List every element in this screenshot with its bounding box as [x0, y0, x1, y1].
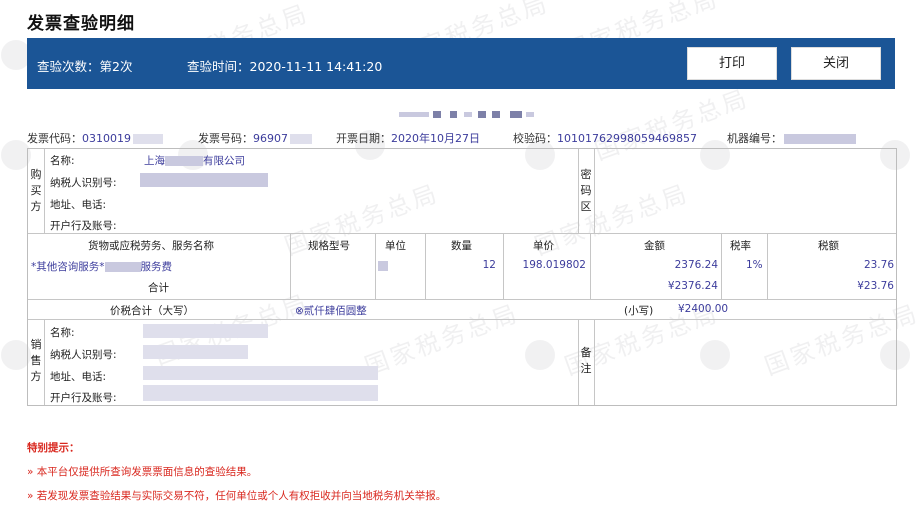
item-quantity: 12: [482, 259, 496, 271]
check-code: 校验码：10101762998059469857: [513, 130, 697, 146]
invoice-date-label: 开票日期：: [336, 132, 391, 145]
col-unit: 单位: [385, 240, 406, 252]
machine-number: 机器编号：: [727, 130, 856, 146]
close-button[interactable]: 关闭: [791, 47, 881, 80]
check-time: 查验时间：2020-11-11 14:41:20: [187, 56, 382, 75]
item-name-suffix: 服务费: [140, 261, 173, 273]
col-name: 货物或应税劳务、服务名称: [88, 240, 214, 252]
invoice-number-label: 发票号码：: [198, 132, 253, 145]
check-code-label: 校验码：: [513, 132, 557, 145]
invoice-date-value: 2020年10月27日: [391, 132, 480, 145]
total-label: 价税合计（大写）: [110, 305, 194, 317]
buyer-name-suffix: 有限公司: [203, 155, 245, 167]
invoice-number: 发票号码：96907: [198, 130, 312, 146]
notice-line: » 若发现发票查验结果与实际交易不符，任何单位或个人有权拒收并向当地税务机关举报…: [27, 490, 447, 502]
check-time-label: 查验时间：: [187, 59, 250, 74]
seller-name-redacted: [143, 324, 268, 338]
buyer-bank-label: 开户行及账号:: [50, 220, 117, 232]
col-quantity: 数量: [451, 240, 472, 252]
invoice-code: 发票代码：0310019: [27, 130, 163, 146]
notice-line: » 本平台仅提供所查询发票票面信息的查验结果。: [27, 466, 258, 478]
item-name-prefix: *其他咨询服务*: [31, 261, 105, 273]
seller-address-label: 地址、电话:: [50, 371, 107, 383]
subtotal-label: 合计: [148, 282, 169, 294]
notice-title: 特别提示：: [27, 442, 80, 454]
item-rate: 1%: [746, 259, 763, 271]
check-code-value: 10101762998059469857: [557, 132, 697, 145]
buyer-name-value: 上海 有限公司: [144, 153, 245, 168]
machine-number-label: 机器编号：: [727, 132, 782, 145]
col-rate: 税率: [730, 240, 751, 252]
buyer-name-prefix: 上海: [144, 155, 165, 167]
buyer-tax-id-label: 纳税人识别号:: [50, 177, 117, 189]
invoice-code-value: 0310019: [82, 132, 131, 145]
total-words: ⊗贰仟肆佰圆整: [295, 305, 367, 317]
item-amount: 2376.24: [674, 259, 718, 271]
cipher-area-label: 密码区: [580, 168, 592, 213]
buyer-tax-id-redacted: [140, 173, 268, 187]
page-title: 发票查验明细: [27, 14, 135, 34]
buyer-name-label: 名称:: [50, 155, 75, 167]
seller-bank-label: 开户行及账号:: [50, 392, 117, 404]
print-button[interactable]: 打印: [687, 47, 777, 80]
item-price: 198.019802: [522, 259, 586, 271]
seller-name-label: 名称:: [50, 327, 75, 339]
buyer-address-label: 地址、电话:: [50, 199, 107, 211]
buyer-side-label: 购买方: [30, 168, 42, 213]
seller-side-label: 销售方: [30, 338, 42, 383]
invoice-date: 开票日期：2020年10月27日: [336, 130, 480, 146]
col-amount: 金额: [644, 240, 665, 252]
seller-tax-id-label: 纳税人识别号:: [50, 349, 117, 361]
special-notice: 特别提示： » 本平台仅提供所查询发票票面信息的查验结果。 » 若发现发票查验结…: [27, 440, 446, 512]
item-spec-redacted: [378, 261, 388, 271]
item-name: *其他咨询服务* 服务费: [31, 259, 172, 274]
check-info-bar: 查验次数：第2次 查验时间：2020-11-11 14:41:20 打印 关闭: [27, 38, 895, 89]
subtotal-tax: ¥23.76: [857, 280, 894, 292]
invoice-number-value: 96907: [253, 132, 288, 145]
col-spec: 规格型号: [308, 240, 350, 252]
seller-address-redacted: [143, 366, 378, 380]
check-time-value: 2020-11-11 14:41:20: [249, 59, 383, 74]
total-small-label: (小写): [624, 305, 654, 317]
seller-tax-id-redacted: [143, 345, 248, 359]
item-tax: 23.76: [863, 259, 894, 271]
col-tax: 税额: [818, 240, 839, 252]
check-count: 查验次数：第2次: [37, 59, 133, 74]
seller-bank-redacted: [143, 385, 378, 401]
col-price: 单价: [533, 240, 554, 252]
remark-label: 备注: [580, 346, 592, 375]
invoice-table: 购买方 名称: 上海 有限公司 纳税人识别号: 地址、电话: 开户行及账号: 密码…: [27, 148, 897, 406]
subtotal-amount: ¥2376.24: [667, 280, 718, 292]
total-small-value: ¥2400.00: [678, 303, 729, 315]
invoice-code-label: 发票代码：: [27, 132, 82, 145]
